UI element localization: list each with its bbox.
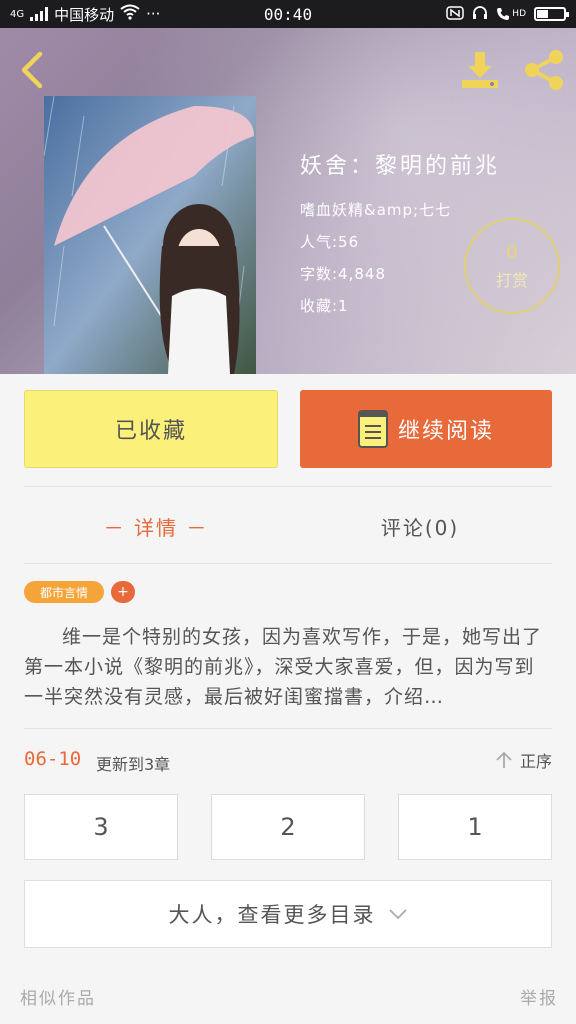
- book-header: 妖舍：黎明的前兆 嗜血妖精&amp;七七 人气:56 字数:4,848 收藏:1…: [0, 28, 576, 374]
- book-info: 妖舍：黎明的前兆 嗜血妖精&amp;七七 人气:56 字数:4,848 收藏:1: [300, 148, 500, 322]
- book-description[interactable]: 维一是个特别的女孩，因为喜欢写作，于是，她写出了第一本小说《黎明的前兆》，深受大…: [24, 622, 552, 712]
- tab-comment[interactable]: 评论(0): [288, 506, 552, 546]
- reward-count: 0: [506, 241, 518, 263]
- status-bar: 4G 中国移动 ··· 00:40 HD: [0, 0, 576, 28]
- more-chapters-button[interactable]: 大人，查看更多目录: [24, 880, 552, 948]
- book-favorites: 收藏:1: [300, 297, 349, 315]
- wifi-icon: [120, 4, 140, 24]
- cover-illustration: [44, 96, 256, 374]
- share-button[interactable]: [520, 48, 568, 92]
- nfc-icon: [446, 5, 465, 23]
- update-date: 06-10: [24, 748, 82, 770]
- book-author[interactable]: 嗜血妖精&amp;七七: [300, 194, 500, 226]
- download-icon: [462, 52, 498, 88]
- hd-call-icon: HD: [496, 7, 526, 21]
- book-title: 妖舍：黎明的前兆: [300, 154, 501, 179]
- book-icon: [357, 410, 388, 448]
- reward-button[interactable]: 0 打赏: [464, 218, 560, 314]
- headphone-icon: [472, 5, 488, 23]
- share-icon: [525, 50, 563, 90]
- divider: [24, 563, 552, 564]
- divider: [24, 728, 552, 729]
- sort-toggle[interactable]: 正序: [494, 748, 552, 772]
- network-type: 4G: [10, 8, 25, 20]
- favorite-button[interactable]: 已收藏: [24, 390, 278, 468]
- chapter-item[interactable]: 3: [24, 794, 178, 860]
- divider: [24, 486, 552, 487]
- continue-reading-label: 继续阅读: [397, 419, 494, 444]
- chevron-down-icon: [388, 909, 407, 920]
- chapter-item[interactable]: 1: [398, 794, 552, 860]
- chapter-item[interactable]: 2: [211, 794, 365, 860]
- chevron-left-icon: [21, 51, 43, 89]
- category-tag[interactable]: 都市言情: [24, 581, 104, 603]
- back-button[interactable]: [14, 50, 50, 90]
- similar-works-heading: 相似作品: [20, 989, 96, 1009]
- more-dots: ···: [146, 5, 161, 23]
- more-chapters-label: 大人，查看更多目录: [168, 903, 376, 927]
- report-link[interactable]: 举报: [520, 984, 558, 1009]
- update-status: 更新到3章: [96, 755, 171, 774]
- book-cover[interactable]: [44, 96, 256, 374]
- add-tag-button[interactable]: +: [111, 581, 135, 603]
- tab-detail[interactable]: － 详情 －: [24, 506, 288, 546]
- continue-reading-button[interactable]: 继续阅读: [300, 390, 552, 468]
- download-button[interactable]: [458, 48, 502, 92]
- carrier-name: 中国移动: [54, 5, 115, 24]
- battery-icon: [534, 7, 569, 21]
- arrow-up-icon: [496, 751, 512, 768]
- sort-label: 正序: [519, 752, 552, 771]
- favorite-label: 已收藏: [114, 419, 187, 444]
- signal-icon: [30, 7, 49, 21]
- reward-label: 打赏: [495, 270, 528, 290]
